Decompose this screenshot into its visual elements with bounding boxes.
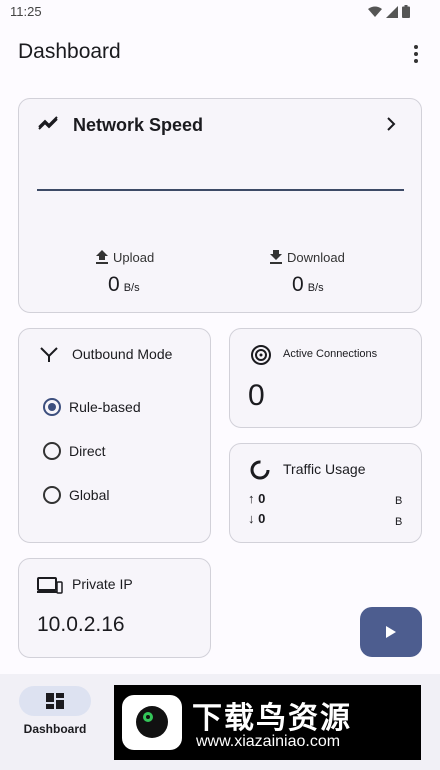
arrow-up-icon: ↑ bbox=[248, 491, 255, 506]
active-connections-card[interactable]: Active Connections 0 bbox=[229, 328, 422, 428]
bird-logo-icon bbox=[122, 695, 182, 750]
speed-graph-line bbox=[37, 189, 404, 191]
watermark-banner: 下载鸟资源 www.xiazainiao.com bbox=[114, 685, 421, 760]
arrow-down-icon: ↓ bbox=[248, 511, 255, 526]
trending-icon bbox=[38, 116, 58, 130]
wifi-icon bbox=[368, 6, 382, 17]
radio-rule-based-label: Rule-based bbox=[69, 399, 141, 415]
private-ip-value: 10.0.2.16 bbox=[37, 613, 125, 636]
app-bar: Dashboard bbox=[0, 24, 440, 82]
network-speed-title: Network Speed bbox=[73, 115, 204, 135]
bird-logo-icon-shape bbox=[136, 706, 168, 738]
radio-selected-indicator[interactable] bbox=[43, 398, 61, 416]
active-connections-value: 0 bbox=[248, 379, 265, 412]
radio-rule-based[interactable]: Rule-based bbox=[43, 398, 141, 416]
private-ip-card: Private IP 10.0.2.16 bbox=[18, 558, 211, 658]
status-icons bbox=[368, 5, 410, 18]
traffic-up-value: 0 bbox=[258, 491, 266, 506]
watermark-brand: 下载鸟资源 bbox=[192, 702, 352, 735]
upload-label: Upload bbox=[113, 249, 155, 265]
signal-icon bbox=[386, 5, 398, 18]
donut-chart-icon bbox=[250, 460, 270, 480]
radio-indicator[interactable] bbox=[43, 442, 61, 460]
play-icon bbox=[386, 626, 396, 638]
download-label-row: Download bbox=[269, 249, 345, 265]
upload-value-row: 0 B/s bbox=[108, 273, 140, 297]
traffic-down-unit: B bbox=[395, 516, 403, 528]
status-time: 11:25 bbox=[10, 4, 42, 19]
watermark-url: www.xiazainiao.com bbox=[196, 733, 341, 750]
upload-label-row: Upload bbox=[95, 249, 154, 265]
traffic-usage-card[interactable]: Traffic Usage ↑ 0 B ↓ 0 B bbox=[229, 443, 422, 543]
radio-global[interactable]: Global bbox=[43, 486, 109, 504]
page-title: Dashboard bbox=[18, 40, 121, 63]
outbound-title: Outbound Mode bbox=[72, 346, 173, 362]
download-label: Download bbox=[287, 249, 345, 265]
traffic-usage-title: Traffic Usage bbox=[283, 461, 366, 477]
traffic-up-unit: B bbox=[395, 495, 403, 507]
radar-icon bbox=[251, 345, 271, 365]
fork-icon bbox=[40, 347, 58, 362]
nav-item-dashboard-label[interactable]: Dashboard bbox=[0, 722, 110, 736]
private-ip-title: Private IP bbox=[72, 576, 133, 592]
radio-direct[interactable]: Direct bbox=[43, 442, 106, 460]
traffic-up-row: ↑ 0 bbox=[248, 491, 265, 506]
traffic-down-value: 0 bbox=[258, 511, 266, 526]
devices-icon bbox=[37, 577, 63, 594]
active-connections-title: Active Connections bbox=[283, 348, 378, 360]
upload-unit: B/s bbox=[123, 282, 140, 294]
download-value: 0 bbox=[292, 273, 304, 296]
download-icon bbox=[270, 250, 282, 264]
network-speed-card[interactable]: Network Speed Upload 0 B/s Download 0 B/s bbox=[18, 98, 422, 313]
start-vpn-button[interactable] bbox=[360, 607, 422, 657]
outbound-mode-card: Outbound Mode Rule-based Direct Global bbox=[18, 328, 211, 543]
download-value-row: 0 B/s bbox=[292, 273, 324, 297]
dashboard-icon bbox=[46, 693, 64, 709]
upload-icon bbox=[96, 250, 108, 264]
radio-indicator[interactable] bbox=[43, 486, 61, 504]
radio-direct-label: Direct bbox=[69, 443, 106, 459]
download-unit: B/s bbox=[307, 282, 324, 294]
battery-icon bbox=[402, 5, 410, 18]
chevron-right-icon[interactable] bbox=[385, 117, 397, 131]
upload-value: 0 bbox=[108, 273, 120, 296]
traffic-down-row: ↓ 0 bbox=[248, 511, 265, 526]
more-vert-icon[interactable] bbox=[406, 42, 426, 66]
status-bar: 11:25 bbox=[0, 0, 440, 24]
radio-global-label: Global bbox=[69, 487, 110, 503]
